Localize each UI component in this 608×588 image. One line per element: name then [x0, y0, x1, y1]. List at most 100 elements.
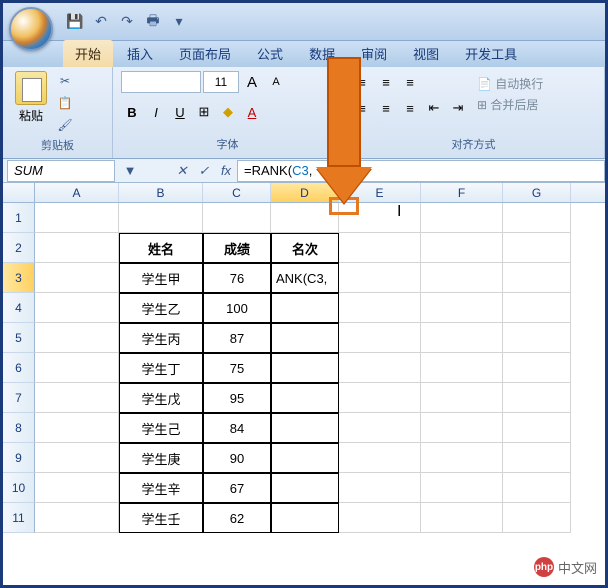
align-bottom-icon[interactable]: ≡: [399, 71, 421, 93]
enter-formula-icon[interactable]: ✓: [193, 161, 215, 181]
tab-review[interactable]: 审阅: [349, 40, 399, 67]
fx-icon[interactable]: fx: [215, 161, 237, 181]
cell[interactable]: [339, 413, 421, 443]
cell[interactable]: [421, 353, 503, 383]
cut-icon[interactable]: ✂: [55, 71, 75, 91]
cell[interactable]: 75: [203, 353, 271, 383]
cell[interactable]: [421, 293, 503, 323]
merge-center-button[interactable]: ⊞ 合并后居: [477, 96, 543, 113]
tab-view[interactable]: 视图: [401, 40, 451, 67]
indent-decrease-icon[interactable]: ⇤: [423, 97, 445, 119]
cell[interactable]: [339, 503, 421, 533]
bold-button[interactable]: B: [121, 101, 143, 123]
cell[interactable]: [503, 443, 571, 473]
cell[interactable]: [503, 323, 571, 353]
select-all-corner[interactable]: [3, 183, 35, 202]
cell[interactable]: [271, 383, 339, 413]
print-icon[interactable]: 🖶: [143, 12, 163, 32]
row-header[interactable]: 2: [3, 233, 35, 263]
cell[interactable]: [119, 203, 203, 233]
cell[interactable]: [503, 293, 571, 323]
cell[interactable]: 学生乙: [119, 293, 203, 323]
column-header-F[interactable]: F: [421, 183, 503, 202]
row-header[interactable]: 1: [3, 203, 35, 233]
italic-button[interactable]: I: [145, 101, 167, 123]
cell[interactable]: 学生丁: [119, 353, 203, 383]
tab-data[interactable]: 数据: [297, 40, 347, 67]
column-header-D[interactable]: D: [271, 183, 339, 202]
align-right-icon[interactable]: ≡: [399, 97, 421, 119]
tab-formulas[interactable]: 公式: [245, 40, 295, 67]
cell[interactable]: 学生戊: [119, 383, 203, 413]
cell[interactable]: [421, 263, 503, 293]
cell[interactable]: [271, 443, 339, 473]
cell[interactable]: [35, 203, 119, 233]
cell[interactable]: [271, 503, 339, 533]
cell[interactable]: [421, 323, 503, 353]
cell[interactable]: 87: [203, 323, 271, 353]
cell[interactable]: 学生丙: [119, 323, 203, 353]
align-middle-icon[interactable]: ≡: [375, 71, 397, 93]
cell[interactable]: [339, 443, 421, 473]
cancel-formula-icon[interactable]: ✕: [171, 161, 193, 181]
format-painter-icon[interactable]: 🖌: [55, 115, 75, 135]
tab-insert[interactable]: 插入: [115, 40, 165, 67]
cell[interactable]: [421, 203, 503, 233]
cell[interactable]: [35, 233, 119, 263]
font-size-input[interactable]: [203, 71, 239, 93]
cell[interactable]: [503, 383, 571, 413]
cell[interactable]: [503, 413, 571, 443]
column-header-C[interactable]: C: [203, 183, 271, 202]
cell[interactable]: [503, 263, 571, 293]
cell[interactable]: 名次: [271, 233, 339, 263]
indent-increase-icon[interactable]: ⇥: [447, 97, 469, 119]
cell[interactable]: [421, 233, 503, 263]
cell[interactable]: [271, 323, 339, 353]
redo-icon[interactable]: ↷: [117, 12, 137, 32]
cell[interactable]: [35, 293, 119, 323]
font-color-button[interactable]: A: [241, 101, 263, 123]
save-icon[interactable]: 💾: [65, 12, 85, 32]
cell[interactable]: [339, 293, 421, 323]
cell[interactable]: [35, 443, 119, 473]
align-top-icon[interactable]: ≡: [351, 71, 373, 93]
row-header[interactable]: 5: [3, 323, 35, 353]
cell[interactable]: [35, 323, 119, 353]
cell[interactable]: [339, 203, 421, 233]
cell[interactable]: [339, 263, 421, 293]
cell[interactable]: [339, 323, 421, 353]
cell[interactable]: 84: [203, 413, 271, 443]
align-left-icon[interactable]: ≡: [351, 97, 373, 119]
font-name-input[interactable]: [121, 71, 201, 93]
cell[interactable]: [503, 353, 571, 383]
cell[interactable]: ANK(C3,: [271, 263, 339, 293]
cell[interactable]: 学生壬: [119, 503, 203, 533]
undo-icon[interactable]: ↶: [91, 12, 111, 32]
column-header-B[interactable]: B: [119, 183, 203, 202]
cell[interactable]: [421, 473, 503, 503]
cell[interactable]: 67: [203, 473, 271, 503]
cell[interactable]: 学生己: [119, 413, 203, 443]
fill-color-button[interactable]: ◆: [217, 101, 239, 123]
cell[interactable]: [35, 263, 119, 293]
cell[interactable]: [339, 353, 421, 383]
cell[interactable]: 95: [203, 383, 271, 413]
qat-more-icon[interactable]: ▾: [169, 12, 189, 32]
cell[interactable]: [339, 473, 421, 503]
cell[interactable]: 100: [203, 293, 271, 323]
copy-icon[interactable]: 📋: [55, 93, 75, 113]
cell[interactable]: [271, 413, 339, 443]
cell[interactable]: [35, 473, 119, 503]
cell[interactable]: [35, 383, 119, 413]
cell[interactable]: [421, 503, 503, 533]
tab-home[interactable]: 开始: [63, 40, 113, 67]
cell[interactable]: 学生辛: [119, 473, 203, 503]
cell[interactable]: [271, 293, 339, 323]
cell[interactable]: [271, 473, 339, 503]
cell[interactable]: [421, 443, 503, 473]
formula-input[interactable]: =RANK(C3,: [237, 160, 605, 182]
row-header[interactable]: 4: [3, 293, 35, 323]
cell[interactable]: [35, 503, 119, 533]
cell[interactable]: 成绩: [203, 233, 271, 263]
cell[interactable]: 90: [203, 443, 271, 473]
